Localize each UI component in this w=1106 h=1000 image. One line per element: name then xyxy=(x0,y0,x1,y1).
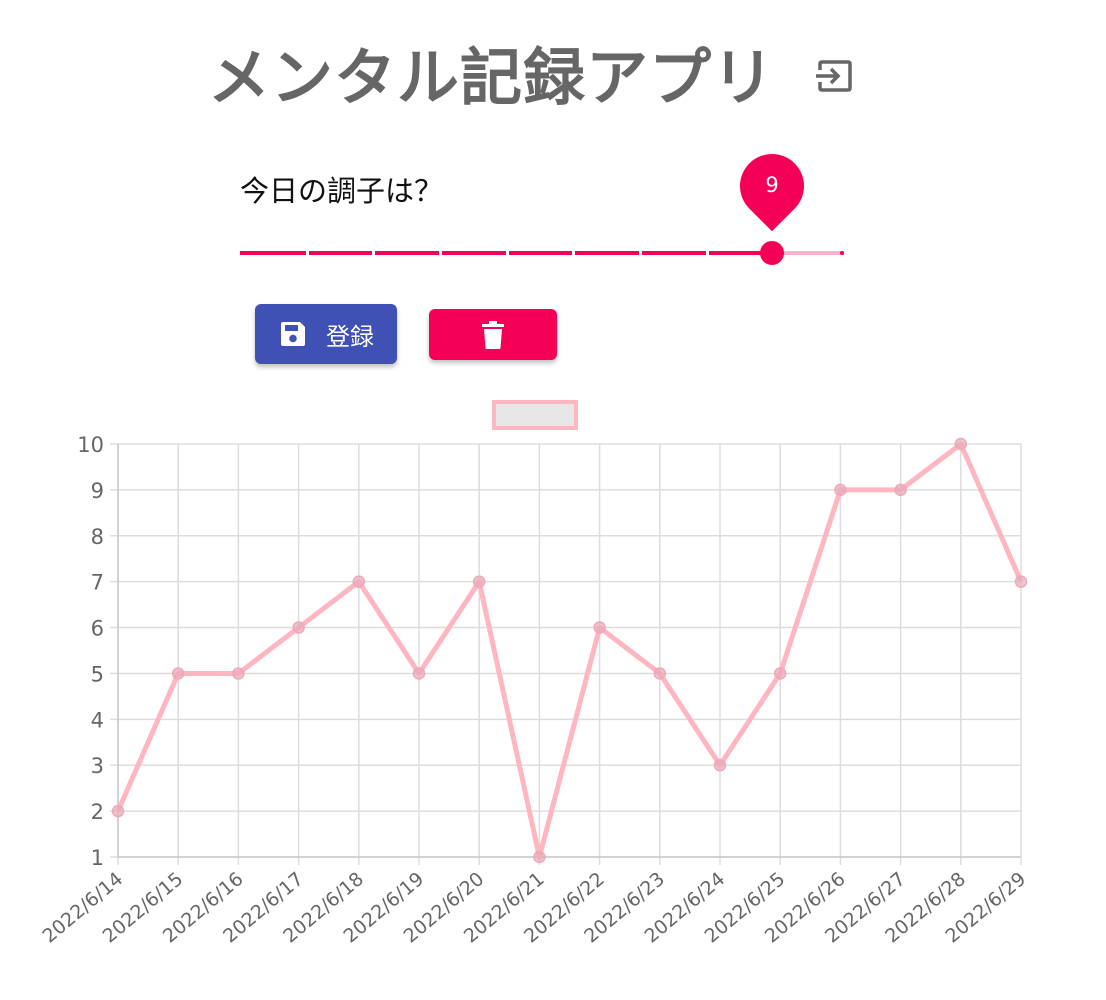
slider-tick xyxy=(840,251,844,255)
slider-thumb[interactable] xyxy=(760,241,784,265)
logout-icon xyxy=(816,60,852,92)
y-tick-label: 6 xyxy=(91,617,104,641)
trash-icon xyxy=(482,320,504,349)
data-point xyxy=(954,437,968,451)
series-line xyxy=(115,441,1024,860)
slider-tick xyxy=(306,251,309,255)
slider-tick xyxy=(639,251,642,255)
slider-value-label: 9 xyxy=(765,173,779,197)
y-tick-label: 5 xyxy=(91,662,104,686)
data-point xyxy=(352,575,366,588)
mood-question-label: 今日の調子は？ xyxy=(240,174,444,208)
data-point xyxy=(171,667,185,680)
data-point xyxy=(533,850,546,864)
mood-line-chart: 123456789102022/6/142022/6/152022/6/1620… xyxy=(38,433,1030,947)
y-tick-label: 4 xyxy=(91,708,104,732)
data-point xyxy=(773,667,787,680)
y-tick-label: 10 xyxy=(77,433,104,457)
y-tick-label: 7 xyxy=(91,571,104,595)
save-button-label: 登録 xyxy=(326,322,374,351)
save-icon xyxy=(281,322,305,346)
y-tick-label: 8 xyxy=(91,525,104,549)
data-point xyxy=(232,667,245,680)
slider-tick xyxy=(572,251,575,255)
y-tick-label: 9 xyxy=(91,479,104,503)
data-point xyxy=(713,758,727,772)
data-point xyxy=(472,575,486,588)
logout-button[interactable] xyxy=(812,56,856,96)
slider-tick xyxy=(240,251,244,255)
slider-tick xyxy=(439,251,442,255)
save-button[interactable]: 登録 xyxy=(255,304,397,364)
data-point xyxy=(834,483,847,497)
data-point xyxy=(412,667,426,680)
app-title: メンタル記録アプリ xyxy=(208,41,776,114)
delete-button[interactable] xyxy=(429,309,557,360)
data-point xyxy=(593,621,606,634)
y-tick-label: 3 xyxy=(91,754,104,778)
data-point xyxy=(1014,575,1028,588)
chart-legend-item[interactable] xyxy=(492,400,578,430)
data-point xyxy=(111,804,125,818)
mood-slider[interactable]: 9 xyxy=(240,140,844,284)
slider-tick xyxy=(706,251,709,255)
y-tick-label: 2 xyxy=(91,800,104,824)
slider-tick xyxy=(372,251,375,255)
data-point xyxy=(894,483,907,497)
slider-tick xyxy=(506,251,509,255)
data-point xyxy=(292,621,305,634)
data-point xyxy=(653,667,667,680)
y-tick-label: 1 xyxy=(91,846,104,870)
